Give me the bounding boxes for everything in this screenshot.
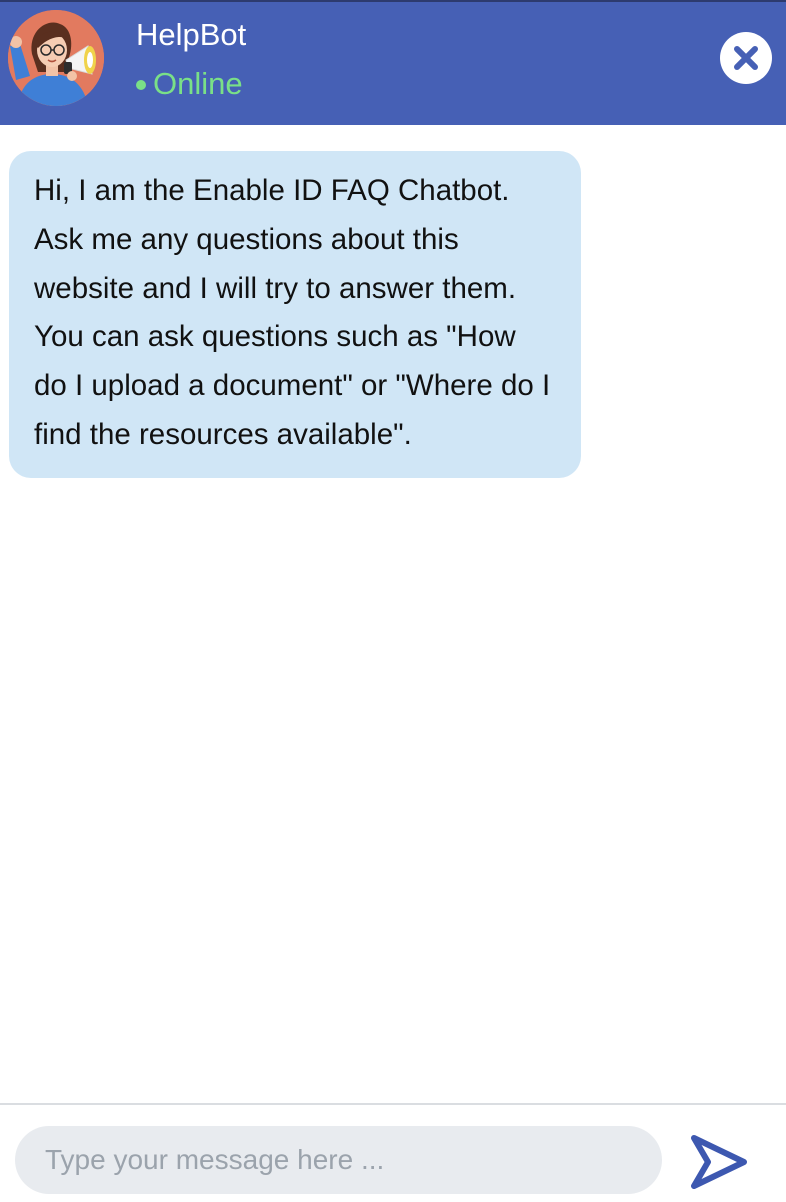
online-status: Online <box>136 64 243 104</box>
send-arrow-icon <box>691 1135 747 1189</box>
close-button[interactable] <box>720 32 772 84</box>
woman-with-megaphone-avatar-icon <box>8 10 104 106</box>
close-icon <box>734 46 758 70</box>
bot-name: HelpBot <box>136 17 247 52</box>
status-label: Online <box>153 66 243 101</box>
message-input[interactable] <box>15 1126 662 1194</box>
message-list[interactable]: Hi, I am the Enable ID FAQ Chatbot. Ask … <box>0 125 786 1103</box>
bot-avatar <box>8 10 104 106</box>
send-button[interactable] <box>686 1130 752 1192</box>
bot-message-bubble: Hi, I am the Enable ID FAQ Chatbot. Ask … <box>9 151 581 478</box>
online-dot-icon <box>136 80 146 90</box>
chat-header: HelpBot Online <box>0 0 786 125</box>
message-composer <box>0 1103 786 1202</box>
